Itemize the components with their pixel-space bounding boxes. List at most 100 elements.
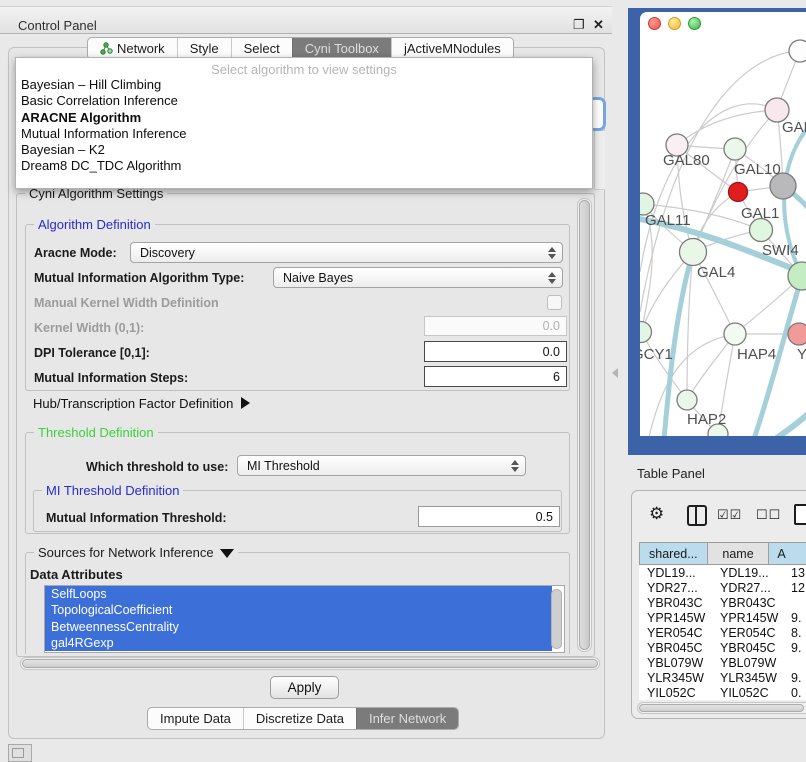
column-header-name[interactable]: name [707,543,769,565]
threshold-definition-title: Threshold Definition [34,425,158,440]
float-window-icon[interactable]: ❐ [573,18,585,32]
mi-steps-label: Mutual Information Steps: [34,371,188,385]
table-panel-window: ⚙ ☑☑ ☐☐ shared... name A [631,490,806,719]
algorithm-dropdown-menu: Select algorithm to view settings Bayesi… [15,57,593,189]
dpi-tolerance-field[interactable]: 0.0 [424,341,567,362]
split-columns-icon[interactable] [687,505,707,526]
minimized-panel-icon[interactable] [8,744,32,762]
mac-close-icon[interactable] [648,17,661,30]
tab-style[interactable]: Style [177,38,231,59]
table-row[interactable]: YPR145WYPR145W9. [639,610,806,625]
tab-cyni-toolbox[interactable]: Cyni Toolbox [292,38,391,59]
mi-algorithm-type-combobox[interactable]: Naive Bayes [273,267,563,288]
table-row[interactable]: YER054CYER054C8. [639,625,806,640]
network-node-hap2[interactable] [677,390,697,410]
node-label: GAL [782,119,806,136]
node-label: GAL1 [741,205,779,222]
mi-steps-field[interactable]: 6 [424,366,567,387]
node-label: HAP2 [687,411,726,428]
node-table-body: YDL19...YDL19...13 YDR27...YDR27...12 YB… [639,565,806,700]
menu-item-mutual-information[interactable]: Mutual Information Inference [16,126,592,142]
table-panel-title: Table Panel [637,466,705,481]
list-vertical-scrollbar[interactable] [551,589,562,649]
column-header-third[interactable]: A [769,543,806,565]
hub-definition-expander[interactable]: Hub/Transcription Factor Definition [33,396,250,411]
new-table-icon[interactable] [794,504,806,525]
network-node-hap4[interactable] [724,323,746,345]
node-label: HAP4 [737,346,776,363]
aracne-mode-combobox[interactable]: Discovery [130,242,563,263]
tab-select[interactable]: Select [231,38,292,59]
list-item-selfloops[interactable]: SelfLoops [45,586,552,602]
mac-minimize-icon[interactable] [668,17,681,30]
tab-discretize-data[interactable]: Discretize Data [243,708,356,729]
kernel-width-field[interactable]: 0.0 [424,316,567,336]
node-label: GAL80 [663,152,710,169]
apply-button[interactable]: Apply [270,676,339,699]
dpi-tolerance-label: DPI Tolerance [0,1]: [34,346,150,360]
table-row[interactable]: YBL079WYBL079W [639,655,806,670]
combo-arrows-icon [511,460,519,472]
list-item-topologicalcoefficient[interactable]: TopologicalCoefficient [45,602,552,618]
node-label: Y [797,346,806,363]
network-node-selected-red[interactable] [729,183,748,202]
network-node-gal4[interactable] [680,239,707,266]
settings-vertical-scrollbar[interactable] [577,198,592,652]
node-table: shared... name A [639,542,806,565]
network-node[interactable] [789,40,806,62]
table-row[interactable]: YDR27...YDR27...12 [639,580,806,595]
which-threshold-label: Which threshold to use: [86,460,228,474]
table-row[interactable]: YLR345WYLR345W9. [639,670,806,685]
network-view-window[interactable]: GAL GAL80 GAL10 GAL1 GAL11 SWI4 GAL4 GCY… [628,8,806,455]
menu-item-bayesian-hill[interactable]: Bayesian – Hill Climbing [16,77,592,93]
node-label: GCY1 [640,346,673,363]
control-panel-titlebar: Control Panel ❐ ✕ [0,6,612,34]
list-item-gal4rgexp[interactable]: gal4RGexp [45,635,552,651]
menu-item-bayesian-k2[interactable]: Bayesian – K2 [16,142,592,158]
network-node-salmon[interactable] [788,323,806,345]
sources-group-title[interactable]: Sources for Network Inference [34,545,238,560]
mi-threshold-field[interactable]: 0.5 [418,506,560,527]
tab-jactivemnodules[interactable]: jActiveMNodules [391,38,513,59]
mac-zoom-icon[interactable] [688,17,701,30]
gear-icon[interactable]: ⚙ [649,505,664,522]
menu-item-aracne[interactable]: ARACNE Algorithm [16,110,592,126]
network-graph-canvas[interactable]: GAL GAL80 GAL10 GAL1 GAL11 SWI4 GAL4 GCY… [640,36,806,436]
split-pane-collapse-icon[interactable] [612,368,618,378]
mi-threshold-label: Mutual Information Threshold: [46,511,227,525]
select-all-checkboxes-icon[interactable]: ☑☑ [717,507,742,523]
table-row[interactable]: YBR043CYBR043C [639,595,806,610]
node-label: SWI4 [762,242,799,259]
algorithm-definition-title: Algorithm Definition [34,217,155,232]
menu-item-dream8[interactable]: Dream8 DC_TDC Algorithm [16,158,592,174]
list-item-betweennesscentrality[interactable]: BetweennessCentrality [45,619,552,635]
which-threshold-combobox[interactable]: MI Threshold [237,455,526,476]
table-row-partial[interactable]: YIL052CYIL052C0. [639,685,806,700]
close-window-icon[interactable]: ✕ [593,18,604,32]
network-canvas-window: GAL GAL80 GAL10 GAL1 GAL11 SWI4 GAL4 GCY… [640,12,806,436]
table-row[interactable]: YBR045CYBR045C9. [639,640,806,655]
control-panel-title: Control Panel [18,18,97,33]
collapse-down-icon [220,549,234,558]
node-label: GAL10 [734,161,781,178]
tab-impute-data[interactable]: Impute Data [148,708,243,729]
data-attributes-label: Data Attributes [30,567,123,582]
column-header-shared-name[interactable]: shared... [640,543,708,565]
data-attributes-list[interactable]: SelfLoops TopologicalCoefficient Between… [44,585,565,653]
network-node-gcy1[interactable] [640,322,652,343]
manual-kernel-width-checkbox[interactable] [547,295,562,310]
settings-horizontal-scrollbar[interactable] [20,657,600,670]
tab-network[interactable]: Network [88,38,177,59]
node-label: GAL4 [697,264,735,281]
combo-arrows-icon [548,247,556,259]
tab-infer-network[interactable]: Infer Network [356,708,458,729]
table-horizontal-scrollbar[interactable] [637,702,806,714]
deselect-all-checkboxes-icon[interactable]: ☐☐ [756,507,781,523]
table-row[interactable]: YDL19...YDL19...13 [639,565,806,580]
mi-threshold-definition-title: MI Threshold Definition [42,483,183,498]
mi-algorithm-type-label: Mutual Information Algorithm Type: [34,271,244,285]
menu-item-basic-correlation[interactable]: Basic Correlation Inference [16,93,592,109]
network-node-gal10[interactable] [724,138,746,160]
manual-kernel-width-label: Manual Kernel Width Definition [34,296,219,310]
dropdown-placeholder: Select algorithm to view settings [16,58,592,77]
